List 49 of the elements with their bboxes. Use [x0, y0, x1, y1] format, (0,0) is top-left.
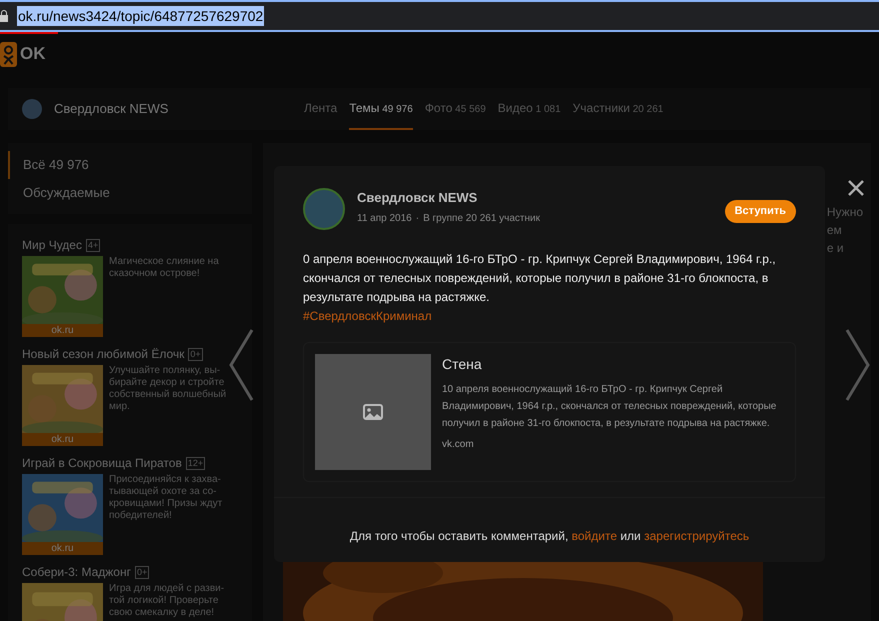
age-rating: 12+ [186, 456, 206, 470]
ad-source: ok.ru [22, 542, 103, 555]
previous-arrow[interactable] [228, 328, 254, 402]
group-avatar[interactable] [303, 188, 345, 230]
hashtag-link[interactable]: #СвердловскКриминал [303, 307, 432, 326]
separator: · [416, 212, 420, 226]
group-tab[interactable]: Видео 1 081 [498, 88, 561, 130]
ad-title[interactable]: Новый сезон любимой Ёлочк [22, 345, 184, 363]
lock-icon [0, 10, 8, 22]
link-domain: vk.com [442, 438, 475, 452]
comment-prompt: Для того чтобы оставить комментарий, войдите или зарегистрируйтесь [350, 528, 750, 545]
ad-description: Игра для людей с разви-той логикой! Проверьте свою смекалку в деле! [109, 583, 226, 620]
post-text-fragment: ем [826, 222, 843, 239]
group-tab[interactable]: Лента [304, 88, 338, 130]
group-tab[interactable]: Фото 45 569 [424, 88, 486, 130]
sidebar-item[interactable]: Всё 49 976 [8, 151, 252, 178]
post-text-fragment: е и [826, 240, 845, 257]
post-date: 11 апр 2016 [357, 212, 412, 226]
age-rating: 0+ [188, 348, 203, 360]
login-link[interactable]: войдите [572, 529, 617, 543]
group-name[interactable]: Свердловск NEWS [54, 99, 304, 119]
link-title: Стена [442, 355, 483, 374]
join-button[interactable]: Вступить [724, 200, 796, 222]
next-arrow[interactable] [845, 328, 871, 402]
ad-description: Улучшайте полянку, вы-бирайте декор и стройте собственный волшебный мир. [109, 365, 228, 414]
group-info: В группе 20 261 участник [423, 212, 540, 226]
ad-source: ok.ru [22, 324, 103, 337]
ad-source: ok.ru [22, 433, 103, 446]
post-text-fragment: Нужно [826, 204, 863, 221]
group-tab[interactable]: Темы 49 976 [349, 88, 413, 130]
post-text: 0 апреля военнослужащий 16-го БТрО - гр. Крипчук Сергей Владимирович, 1964 г.р., скончался от телесных повреждений, которые получил в районе 31-го блокпоста, в результате подрыва на растяжке. [303, 251, 777, 306]
image-icon [363, 404, 383, 420]
age-rating: 4+ [86, 238, 100, 252]
ad-description: Присоединяйся к захва-тывающей охоте за со-кровищами! Призы ждут победителей! [109, 474, 224, 523]
link-description: 10 апреля военнослужащий 16-го БТрО - гр. Крипчук Сергей Владимирович, 1964 г.р., скончался от телесных повреждений, которые получил в районе 31-го блокпоста, в результате подрыва на растяжке. [442, 383, 778, 431]
age-rating: 0+ [134, 566, 150, 578]
ad-title[interactable]: Играй в Сокровища Пиратов [22, 454, 182, 472]
address-field[interactable]: ok.ru/news3424/topic/64877257629702 [17, 6, 264, 26]
group-avatar [22, 99, 42, 119]
register-link[interactable]: зарегистрируйтесь [644, 529, 750, 543]
ad-title[interactable]: Мир Чудес [22, 236, 82, 254]
link-card[interactable] [303, 342, 796, 482]
group-tab[interactable]: Участники 20 261 [572, 88, 664, 130]
sidebar-item[interactable]: Обсуждаемые [8, 178, 252, 206]
ad-title[interactable]: Собери-3: Маджонг [22, 563, 131, 581]
logo-text: OK [20, 43, 46, 66]
close-icon[interactable] [848, 180, 864, 196]
author-name[interactable]: Свердловск NEWS [357, 188, 725, 208]
ad-description: Магическое слияние на сказочном острове! [109, 256, 220, 281]
